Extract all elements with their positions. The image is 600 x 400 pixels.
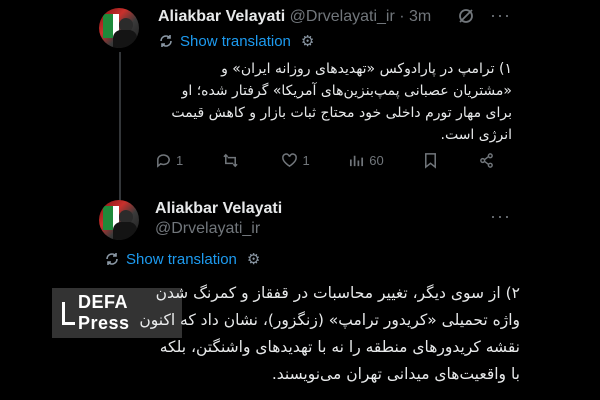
show-translation-link[interactable]: Show translation: [180, 33, 291, 50]
translate-icon: [106, 253, 118, 265]
share-button[interactable]: [478, 152, 495, 169]
watermark-text: DEFA Press: [78, 292, 130, 333]
body-line: انرژی است.: [440, 127, 513, 143]
show-translation-row: Show translation ⚙: [158, 32, 314, 50]
views-count: 60: [369, 152, 384, 168]
reply-button[interactable]: 1: [155, 152, 183, 169]
retweet-button[interactable]: [222, 152, 243, 169]
bookmark-icon: [425, 152, 437, 169]
views-icon: [350, 155, 364, 166]
tweet-body: ۱) ترامپ در پارادوکس «تهدیدهای روزانه ای…: [132, 58, 512, 146]
show-translation-link[interactable]: Show translation: [126, 251, 237, 268]
gear-icon[interactable]: ⚙: [247, 250, 260, 268]
body-line: با واقعیت‌های میدانی تهران می‌نویسند.: [271, 365, 520, 383]
like-count: 1: [302, 152, 310, 168]
thread-connector: [119, 52, 121, 202]
watermark: DEFA Press: [52, 288, 182, 338]
tweet-header: Aliakbar Velayati @Drvelayati_ir: [155, 200, 282, 238]
author-handle[interactable]: @Drvelayati_ir: [155, 220, 282, 238]
gear-icon[interactable]: ⚙: [301, 32, 314, 50]
tweet-header: Aliakbar Velayati @Drvelayati_ir · 3m: [158, 8, 431, 26]
tweet-actions: 1 1 60: [155, 148, 495, 172]
more-icon[interactable]: ···: [490, 206, 511, 227]
avatar[interactable]: [99, 200, 139, 240]
author-handle[interactable]: @Drvelayati_ir: [290, 8, 395, 25]
body-line: برای مهار تورم داخلی خود محتاج ثبات بازا…: [171, 105, 512, 121]
reply-icon: [157, 153, 170, 168]
more-icon[interactable]: ···: [490, 5, 511, 26]
bookmark-button[interactable]: [422, 152, 439, 169]
reply-count: 1: [176, 152, 184, 168]
author-name[interactable]: Aliakbar Velayati: [158, 8, 285, 25]
body-line: «مشتریان عصبانی پمپ‌بنزین‌های آمریکا» گر…: [181, 83, 512, 99]
show-translation-row: Show translation ⚙: [104, 250, 260, 268]
grok-icon[interactable]: [457, 7, 475, 30]
watermark-mark: [62, 302, 75, 325]
heart-icon: [282, 152, 298, 167]
timestamp[interactable]: · 3m: [399, 8, 431, 25]
translate-icon: [160, 35, 172, 47]
share-icon: [480, 152, 493, 168]
body-line: ۱) ترامپ در پارادوکس «تهدیدهای روزانه ای…: [221, 61, 512, 77]
author-name[interactable]: Aliakbar Velayati: [155, 200, 282, 218]
body-line: نقشه کریدورهای منطقه را نه با تهدیدهای و…: [159, 338, 520, 356]
avatar[interactable]: [99, 8, 139, 48]
like-button[interactable]: 1: [281, 152, 310, 169]
views-button[interactable]: 60: [348, 152, 384, 169]
retweet-icon: [223, 153, 238, 167]
